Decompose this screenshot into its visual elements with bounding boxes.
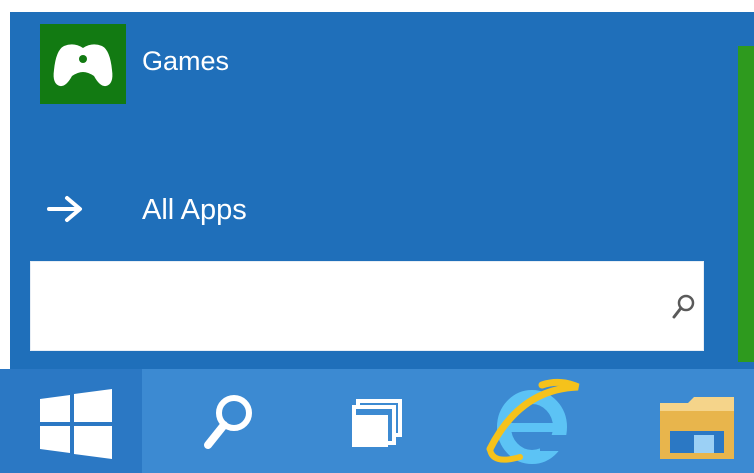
internet-explorer-icon bbox=[486, 378, 580, 464]
arrow-right-icon bbox=[47, 196, 82, 222]
live-tile-partial[interactable] bbox=[738, 46, 754, 362]
search-input[interactable] bbox=[43, 272, 627, 342]
task-view-icon bbox=[352, 399, 402, 447]
desktop: Games All Apps bbox=[0, 0, 754, 473]
windows-logo-icon bbox=[40, 389, 112, 459]
internet-explorer-button[interactable] bbox=[480, 369, 590, 473]
search-icon bbox=[204, 395, 252, 449]
start-button[interactable] bbox=[0, 369, 142, 473]
all-apps-label: All Apps bbox=[142, 194, 247, 226]
task-view-button[interactable] bbox=[332, 369, 422, 473]
file-explorer-button[interactable] bbox=[640, 369, 754, 473]
taskbar bbox=[0, 369, 754, 473]
all-apps-button[interactable]: All Apps bbox=[40, 186, 360, 234]
search-box[interactable] bbox=[30, 261, 704, 351]
games-label: Games bbox=[142, 46, 230, 76]
folder-icon bbox=[660, 397, 734, 459]
taskbar-search-button[interactable] bbox=[188, 369, 268, 473]
start-menu-item-games[interactable]: Games bbox=[40, 24, 360, 104]
games-tile bbox=[40, 24, 126, 104]
gamepad-icon bbox=[53, 44, 113, 87]
search-icon[interactable] bbox=[671, 292, 697, 322]
